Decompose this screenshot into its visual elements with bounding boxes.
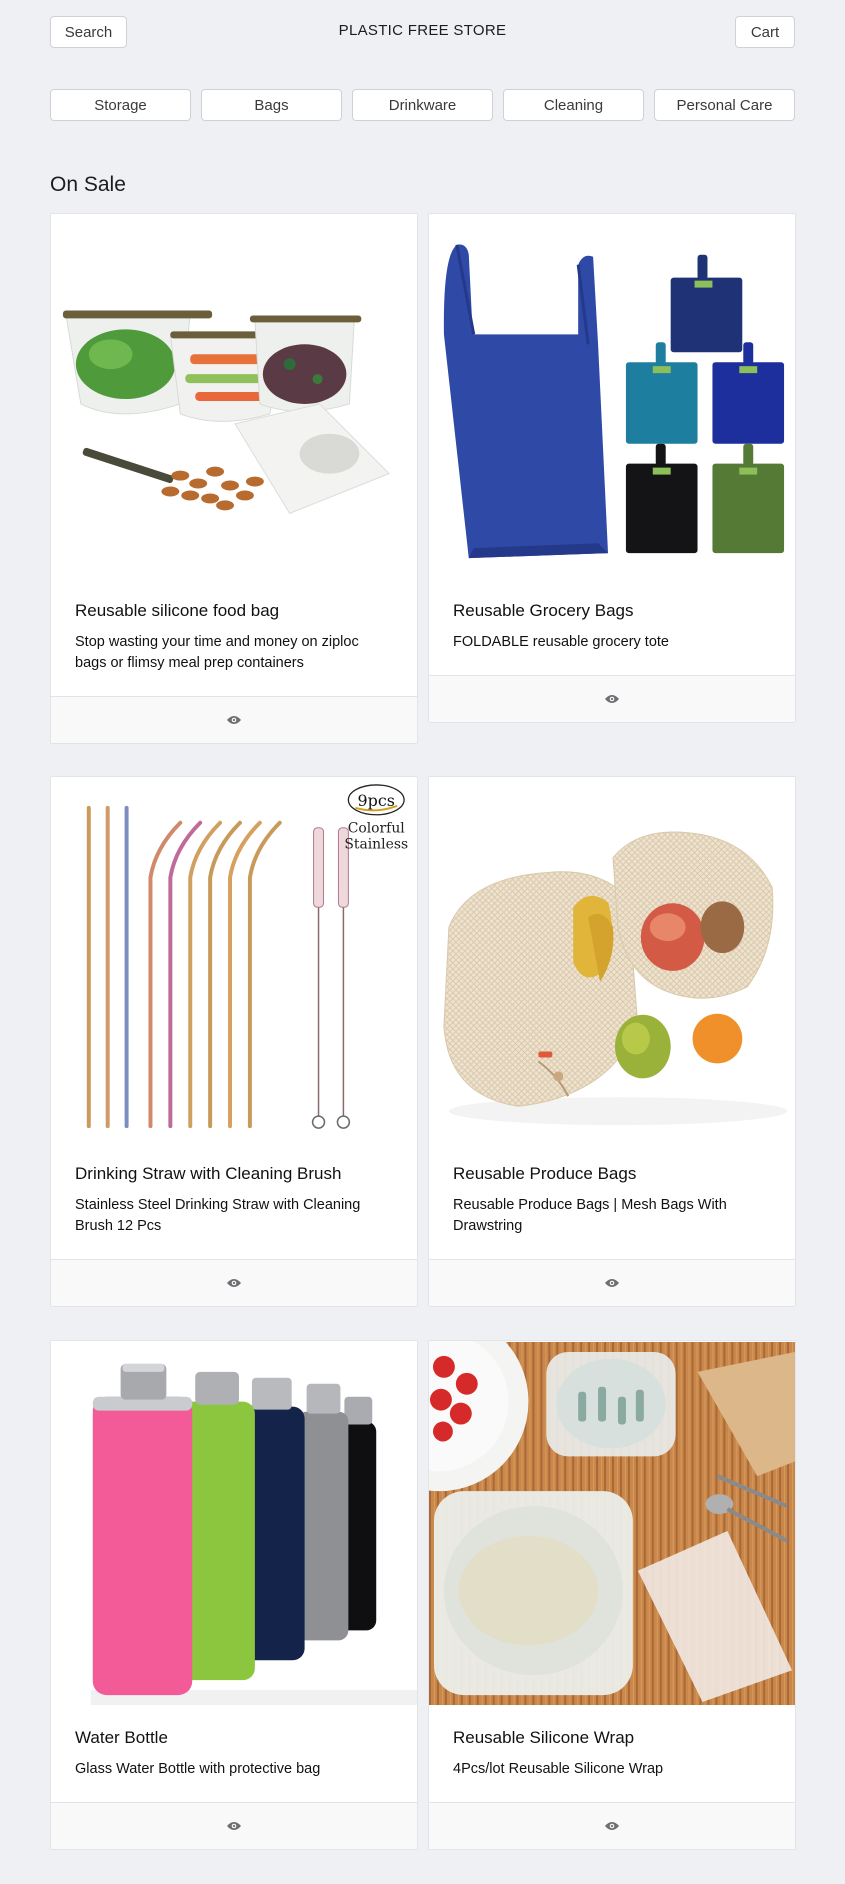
category-storage[interactable]: Storage [50,89,191,121]
product-title[interactable]: Water Bottle [75,1728,393,1748]
product-description: Stainless Steel Drinking Straw with Clea… [75,1197,361,1234]
product-image[interactable] [429,1341,795,1706]
category-cleaning[interactable]: Cleaning [503,89,644,121]
product-title[interactable]: Reusable Silicone Wrap [453,1728,771,1748]
store-title: PLASTIC FREE STORE [338,22,507,39]
product-title[interactable]: Drinking Straw with Cleaning Brush [75,1164,393,1184]
eye-icon[interactable] [604,1820,620,1832]
product-card[interactable]: Reusable silicone food bag Stop wasting … [50,213,418,744]
card-footer [429,675,795,722]
straw-label-stainless: Stainless [344,837,408,853]
product-card[interactable]: Water Bottle Glass Water Bottle with pro… [50,1340,418,1850]
cart-button[interactable]: Cart [735,16,795,48]
eye-icon[interactable] [226,1277,242,1289]
product-description: Stop wasting your time and money on zipl… [75,634,359,671]
product-description: Glass Water Bottle with protective bag [75,1761,321,1777]
product-card[interactable]: 9pcs Colorful Stainless Drinking Straw w… [50,776,418,1307]
straw-label-colorful: Colorful [348,821,406,837]
product-description: Reusable Produce Bags | Mesh Bags With D… [453,1197,727,1234]
section-title: On Sale [50,173,126,196]
category-bags[interactable]: Bags [201,89,342,121]
product-image[interactable] [429,214,795,579]
product-title[interactable]: Reusable Grocery Bags [453,601,771,621]
product-image[interactable] [429,777,795,1142]
card-footer [429,1802,795,1849]
category-drinkware[interactable]: Drinkware [352,89,493,121]
product-description: FOLDABLE reusable grocery tote [453,634,669,650]
product-card[interactable]: Reusable Grocery Bags FOLDABLE reusable … [428,213,796,723]
card-footer [429,1259,795,1306]
eye-icon[interactable] [604,1277,620,1289]
card-footer [51,696,417,743]
straw-badge-text: 9pcs [358,791,395,810]
eye-icon[interactable] [226,714,242,726]
product-image[interactable] [51,1341,417,1706]
product-image[interactable] [51,214,417,579]
product-title[interactable]: Reusable silicone food bag [75,601,393,621]
product-image[interactable]: 9pcs Colorful Stainless [51,777,417,1142]
card-footer [51,1802,417,1849]
product-card[interactable]: Reusable Silicone Wrap 4Pcs/lot Reusable… [428,1340,796,1850]
product-description: 4Pcs/lot Reusable Silicone Wrap [453,1761,664,1777]
product-card[interactable]: Reusable Produce Bags Reusable Produce B… [428,776,796,1307]
eye-icon[interactable] [604,693,620,705]
card-footer [51,1259,417,1306]
eye-icon[interactable] [226,1820,242,1832]
product-title[interactable]: Reusable Produce Bags [453,1164,771,1184]
category-personal-care[interactable]: Personal Care [654,89,795,121]
category-nav: Storage Bags Drinkware Cleaning Personal… [50,89,795,121]
